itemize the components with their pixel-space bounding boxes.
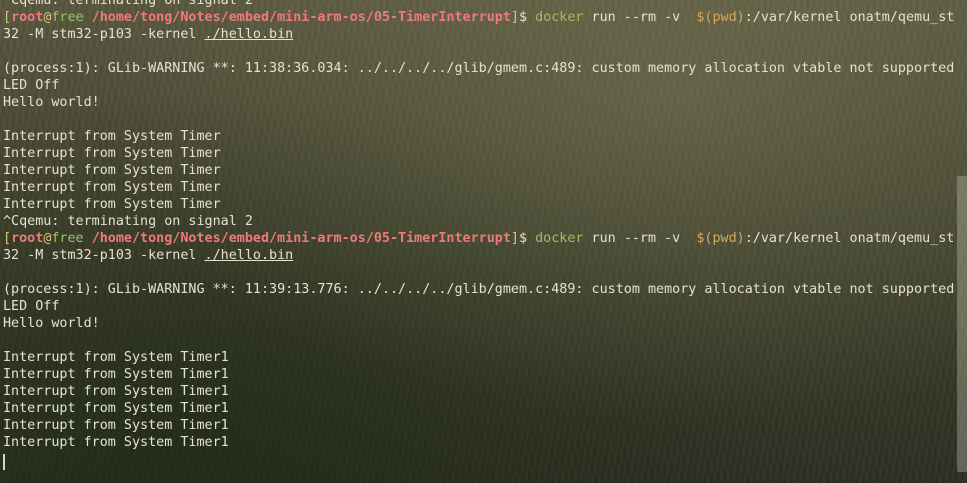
interrupt-line: Interrupt from System Timer xyxy=(3,145,955,162)
prompt-open-bracket: [ xyxy=(3,10,12,25)
command-args-rest: :/var/kernel onatm/qemu_stm xyxy=(744,231,955,246)
interrupt-line: Interrupt from System Timer1 xyxy=(3,434,955,451)
interrupt-line: Interrupt from System Timer xyxy=(3,128,955,145)
interrupt-text: Interrupt from System Timer xyxy=(3,163,221,178)
terminal-output[interactable]: ^Cqemu: terminating on signal 2 [root@fr… xyxy=(3,0,955,451)
interrupt-text: Interrupt from System Timer1 xyxy=(3,418,229,433)
glib-warning-line: (process:1): GLib-WARNING **: 11:38:36.0… xyxy=(3,60,955,77)
interrupt-line: Interrupt from System Timer1 xyxy=(3,349,955,366)
interrupt-text: Interrupt from System Timer xyxy=(3,197,221,212)
command-subshell: $(pwd) xyxy=(688,231,745,246)
interrupt-line: Interrupt from System Timer1 xyxy=(3,400,955,417)
prompt-path: /home/tong/Notes/embed/mini-arm-os/05-Ti… xyxy=(91,231,511,246)
command-wrap-line-2: 32 -M stm32-p103 -kernel ./hello.bin xyxy=(3,247,955,264)
command-wrap: 32 -M stm32-p103 -kernel xyxy=(3,27,205,42)
command-subshell: $(pwd) xyxy=(688,10,745,25)
interrupt-text: Interrupt from System Timer1 xyxy=(3,435,229,450)
hello-line: Hello world! xyxy=(3,94,955,111)
interrupt-line: Interrupt from System Timer1 xyxy=(3,366,955,383)
prompt-close-bracket: ] xyxy=(510,10,519,25)
terminate-text: ^Cqemu: terminating on signal 2 xyxy=(3,214,253,229)
interrupt-line: Interrupt from System Timer1 xyxy=(3,383,955,400)
terminal-cursor xyxy=(3,454,5,470)
terminal-line-partial: ^Cqemu: terminating on signal 2 xyxy=(3,0,955,9)
interrupt-line: Interrupt from System Timer xyxy=(3,179,955,196)
prompt-user: root xyxy=(11,10,44,25)
glib-warning-text: (process:1): GLib-WARNING **: 11:38:36.0… xyxy=(3,61,955,76)
command-args: run --rm -v xyxy=(583,231,689,246)
prompt-user: root xyxy=(11,231,44,246)
prompt-path: /home/tong/Notes/embed/mini-arm-os/05-Ti… xyxy=(91,10,511,25)
hello-text: Hello world! xyxy=(3,95,100,110)
command-args-rest: :/var/kernel onatm/qemu_stm xyxy=(744,10,955,25)
interrupt-text: Interrupt from System Timer xyxy=(3,180,221,195)
command-wrap-line-1: 32 -M stm32-p103 -kernel ./hello.bin xyxy=(3,26,955,43)
command-file-link[interactable]: ./hello.bin xyxy=(205,27,294,42)
led-status-line: LED Off xyxy=(3,77,955,94)
command-args: run --rm -v xyxy=(583,10,689,25)
led-status-text: LED Off xyxy=(3,299,60,314)
prompt-dollar: $ xyxy=(518,10,528,25)
scrollbar-thumb[interactable] xyxy=(957,176,967,472)
interrupt-text: Interrupt from System Timer1 xyxy=(3,384,229,399)
hello-text: Hello world! xyxy=(3,316,100,331)
led-status-line: LED Off xyxy=(3,298,955,315)
led-status-text: LED Off xyxy=(3,78,60,93)
interrupt-text: Interrupt from System Timer1 xyxy=(3,350,229,365)
command-wrap: 32 -M stm32-p103 -kernel xyxy=(3,248,205,263)
prompt-line-1: [root@free /home/tong/Notes/embed/mini-a… xyxy=(3,9,955,26)
prompt-host: free xyxy=(51,231,84,246)
interrupt-line: Interrupt from System Timer xyxy=(3,162,955,179)
command-tool: docker xyxy=(535,231,584,246)
interrupt-line: Interrupt from System Timer1 xyxy=(3,417,955,434)
interrupt-text: Interrupt from System Timer1 xyxy=(3,401,229,416)
terminal-window[interactable]: ^Cqemu: terminating on signal 2 [root@fr… xyxy=(0,0,967,483)
command-tool: docker xyxy=(535,10,584,25)
command-file-link[interactable]: ./hello.bin xyxy=(205,248,294,263)
glib-warning-text: (process:1): GLib-WARNING **: 11:39:13.7… xyxy=(3,282,955,297)
terminate-line: ^Cqemu: terminating on signal 2 xyxy=(3,213,955,230)
interrupt-text: Interrupt from System Timer xyxy=(3,129,221,144)
prompt-close-bracket: ] xyxy=(510,231,519,246)
hello-line: Hello world! xyxy=(3,315,955,332)
prompt-dollar: $ xyxy=(518,231,528,246)
prompt-host: free xyxy=(51,10,84,25)
interrupt-text: Interrupt from System Timer xyxy=(3,146,221,161)
prompt-line-2: [root@free /home/tong/Notes/embed/mini-a… xyxy=(3,230,955,247)
terminal-scrollbar[interactable] xyxy=(955,0,967,483)
interrupt-text: Interrupt from System Timer1 xyxy=(3,367,229,382)
glib-warning-line: (process:1): GLib-WARNING **: 11:39:13.7… xyxy=(3,281,955,298)
partial-terminate-text: ^Cqemu: terminating on signal 2 xyxy=(3,0,253,8)
interrupt-line: Interrupt from System Timer xyxy=(3,196,955,213)
prompt-open-bracket: [ xyxy=(3,231,12,246)
